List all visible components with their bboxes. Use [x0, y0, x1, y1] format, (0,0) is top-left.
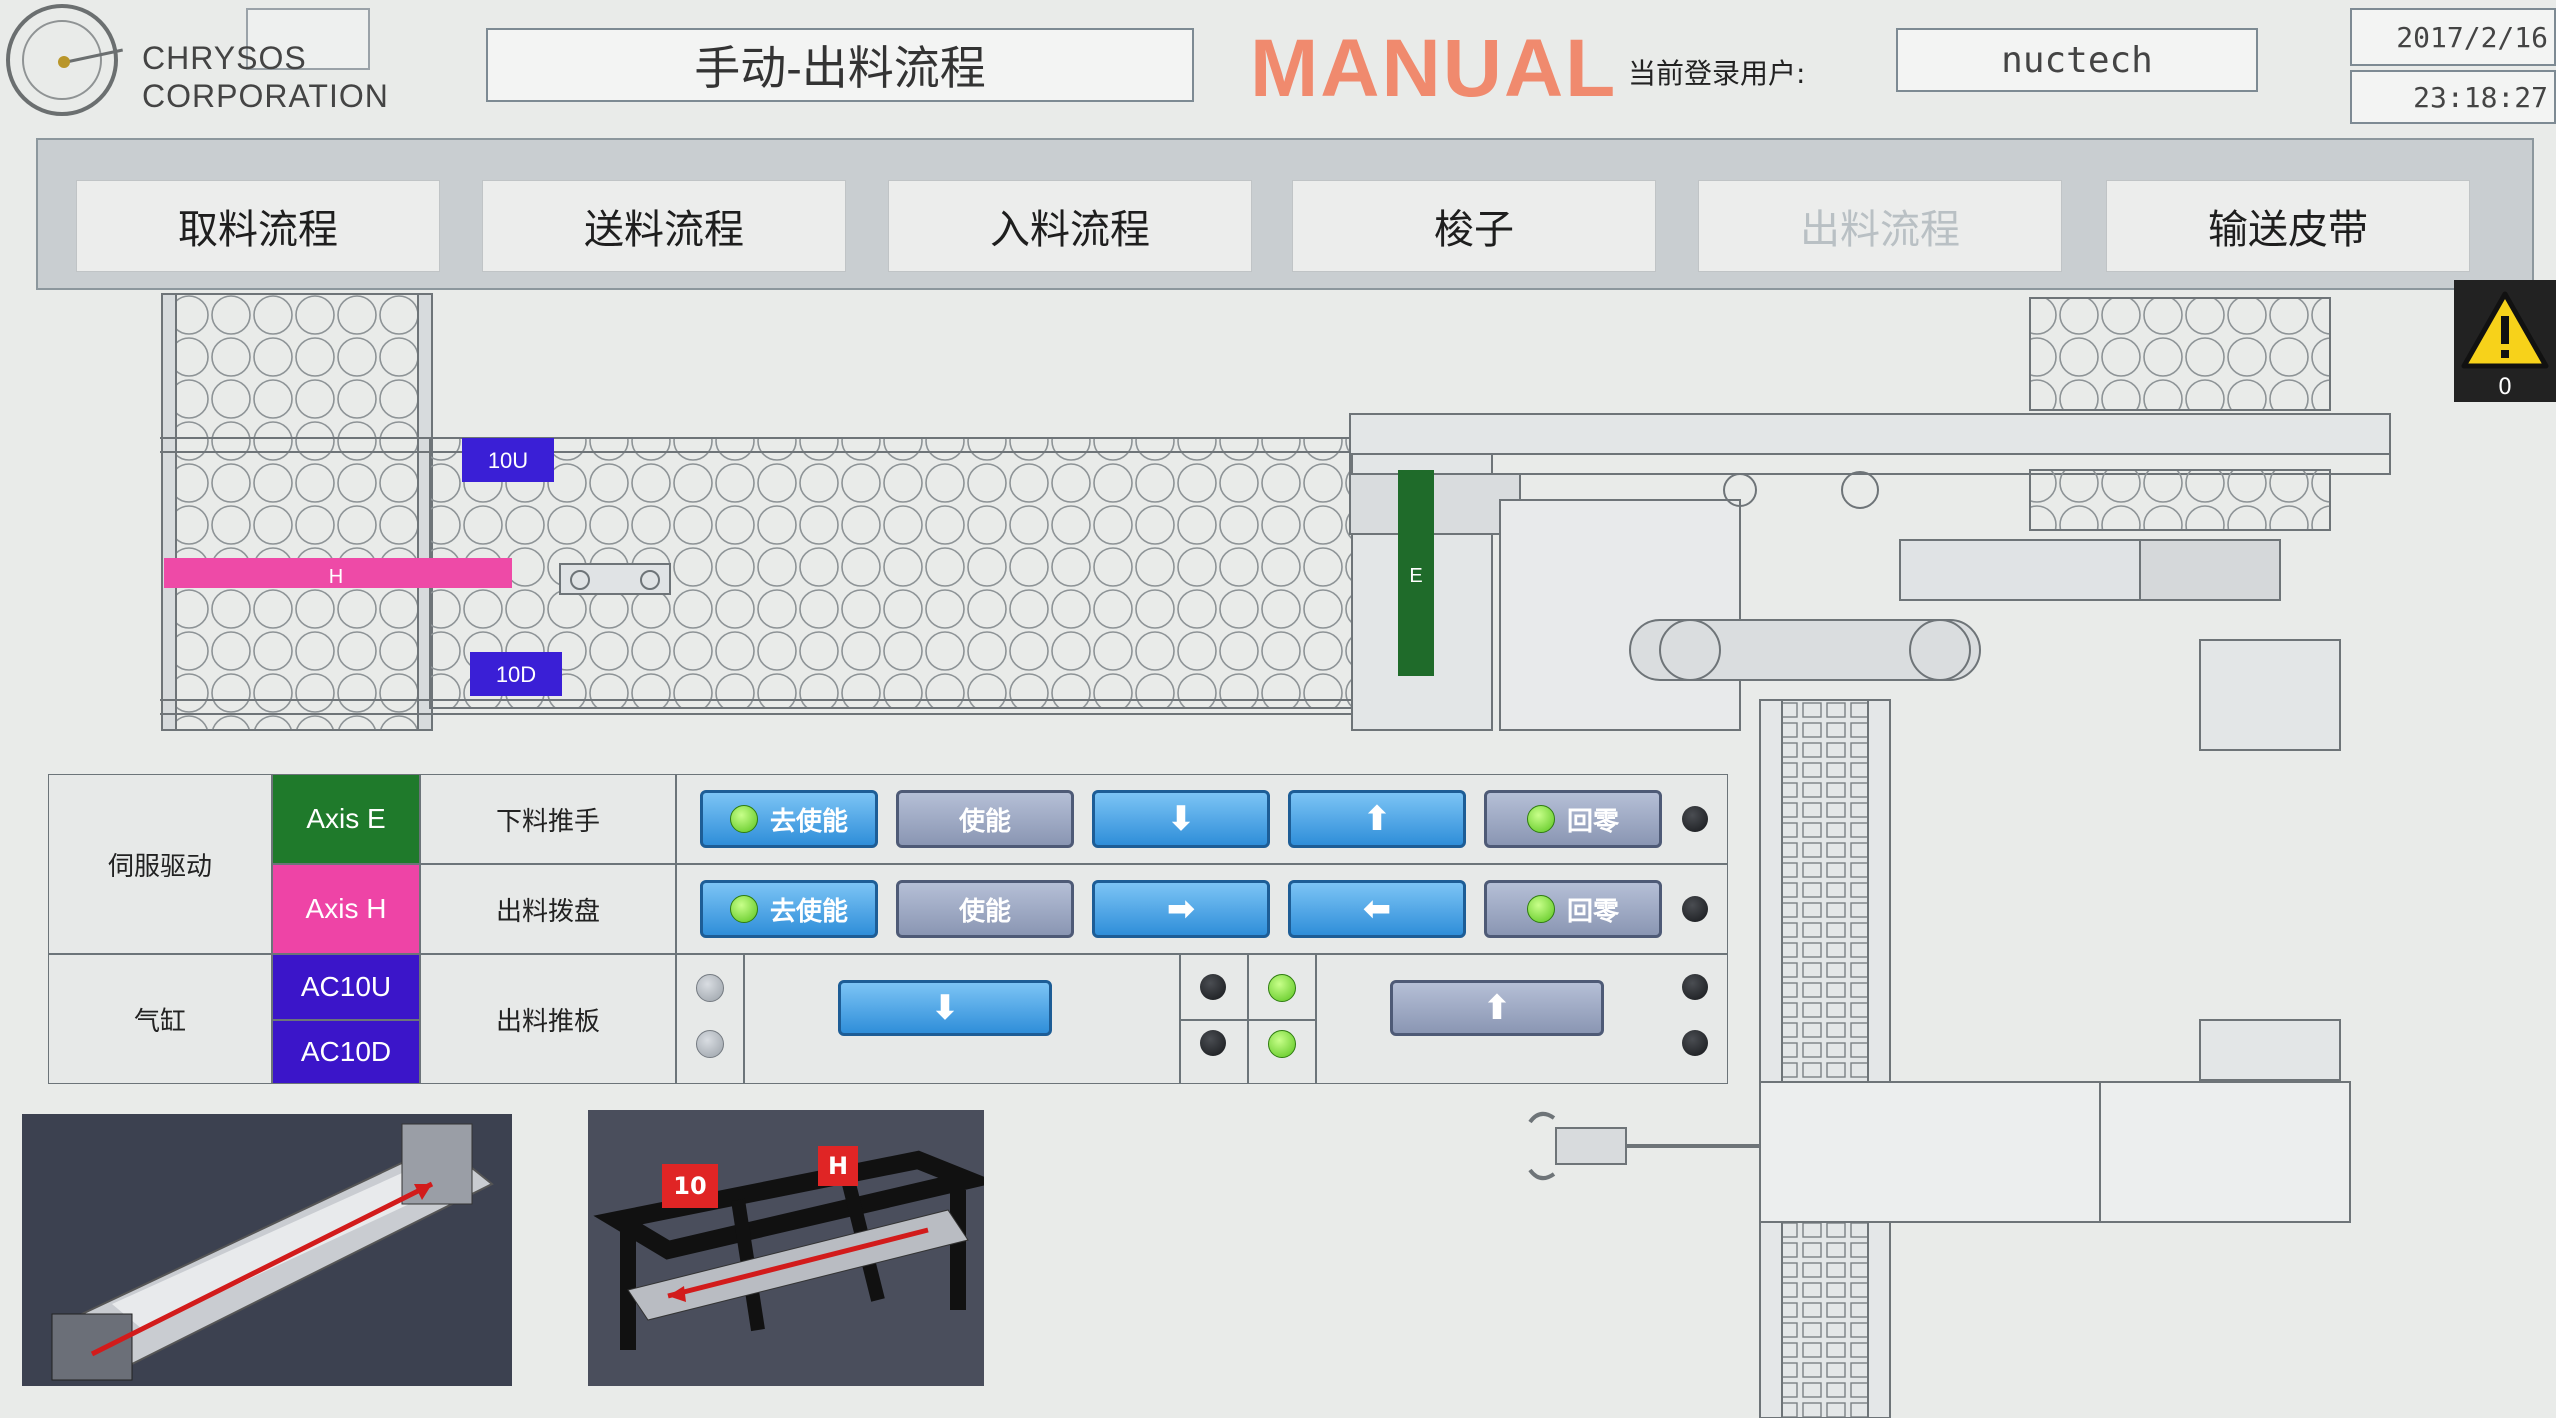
axis-e-render: [22, 1114, 512, 1386]
cyl-10d-label: 10D: [496, 662, 536, 687]
axis-h-right-button[interactable]: ➡: [1092, 880, 1270, 938]
control-panel: 伺服驱动 气缸 Axis E Axis H AC10U AC10D 下料推手 出…: [48, 774, 1728, 1084]
axis-h-home-label: 回零: [1566, 896, 1619, 927]
axis-e-enable-label: 使能: [958, 806, 1011, 837]
tab-output-process[interactable]: 出料流程: [1698, 180, 2062, 272]
axis-h-disable-led: [729, 895, 758, 923]
axis-h-disable-button[interactable]: 去使能: [700, 880, 878, 938]
arrow-down-icon: ⬇: [930, 988, 960, 1028]
mode-indicator: MANUAL: [1250, 23, 1618, 114]
axis-e-disable-button[interactable]: 去使能: [700, 790, 878, 848]
arrow-up-icon: ⬆: [1482, 988, 1512, 1028]
axis-h-label: H: [329, 566, 343, 588]
axis-e-home-label: 回零: [1566, 806, 1619, 837]
tag-10: 10: [662, 1164, 718, 1208]
cylinder-down-button[interactable]: ⬇: [838, 980, 1052, 1036]
ac10u-name: AC10U: [272, 954, 420, 1020]
axis-e-disable-led: [729, 805, 758, 833]
alarm-count: 0: [2498, 375, 2512, 400]
axis-h-function: 出料拨盘: [420, 864, 676, 954]
cyl-10u-label: 10U: [488, 448, 528, 473]
axis-h-render: [588, 1110, 984, 1386]
alarm-button[interactable]: 0: [2454, 280, 2556, 402]
arrow-left-icon: ⬅: [1362, 889, 1392, 929]
brand-line-2: CORPORATION: [142, 78, 389, 114]
axis-h-enable-label: 使能: [958, 896, 1011, 927]
axis-h-left-button[interactable]: ⬅: [1288, 880, 1466, 938]
axis-h-home-led: [1526, 895, 1555, 923]
axis-h-enable-button[interactable]: 使能: [896, 880, 1074, 938]
ac10u-status-led: [696, 974, 724, 1002]
ac10d-status-led: [696, 1030, 724, 1058]
axis-e-label: E: [1409, 565, 1422, 587]
tab-feed-process[interactable]: 送料流程: [482, 180, 846, 272]
tag-h: H: [818, 1146, 858, 1186]
tab-shuttle[interactable]: 梭子: [1292, 180, 1656, 272]
axis-h-disable-label: 去使能: [769, 896, 848, 927]
tab-pick-process[interactable]: 取料流程: [76, 180, 440, 272]
cyl-up-status-led: [1682, 974, 1708, 1000]
company-logo: CHRYSOS CORPORATION: [6, 4, 406, 122]
cyl-down-status-led: [1682, 1030, 1708, 1056]
axis-h-status-led: [1682, 896, 1708, 922]
axis-e-home-button[interactable]: 回零: [1484, 790, 1662, 848]
cylinder-group-label: 气缸: [48, 954, 272, 1084]
logo-dot: [58, 56, 70, 68]
axis-e-enable-button[interactable]: 使能: [896, 790, 1074, 848]
tab-input-process[interactable]: 入料流程: [888, 180, 1252, 272]
date-display: 2017/2/16: [2350, 8, 2556, 66]
warning-icon: [2461, 291, 2549, 369]
brand-line-1: CHRYSOS: [142, 40, 307, 76]
axis-e-preview-image: [22, 1114, 512, 1386]
cylinder-function: 出料推板: [420, 954, 676, 1084]
arrow-up-icon: ⬆: [1362, 799, 1392, 839]
axis-h-preview-image: 10 H: [588, 1110, 984, 1386]
page-title: 手动-出料流程: [486, 28, 1194, 102]
user-label: 当前登录用户:: [1628, 57, 1806, 90]
axis-e-name: Axis E: [272, 774, 420, 864]
axis-e-disable-label: 去使能: [769, 806, 848, 837]
cylinder-up-button[interactable]: ⬆: [1390, 980, 1604, 1036]
axis-e-up-button[interactable]: ⬆: [1288, 790, 1466, 848]
arrow-right-icon: ➡: [1166, 889, 1196, 929]
axis-e-function: 下料推手: [420, 774, 676, 864]
axis-e-down-button[interactable]: ⬇: [1092, 790, 1270, 848]
arrow-down-icon: ⬇: [1166, 799, 1196, 839]
axis-e-home-led: [1526, 805, 1555, 833]
cyl-down-led-1: [1200, 1030, 1226, 1056]
ac10d-name: AC10D: [272, 1020, 420, 1084]
tab-conveyor-belt[interactable]: 输送皮带: [2106, 180, 2470, 272]
current-user: nuctech: [1896, 28, 2258, 92]
servo-group-label: 伺服驱动: [48, 774, 272, 954]
axis-h-home-button[interactable]: 回零: [1484, 880, 1662, 938]
time-display: 23:18:27: [2350, 70, 2556, 124]
axis-h-name: Axis H: [272, 864, 420, 954]
cyl-up-led-1: [1200, 974, 1226, 1000]
cyl-down-led-2: [1268, 1030, 1296, 1058]
tab-bar: 取料流程 送料流程 入料流程 梭子 出料流程 输送皮带: [36, 138, 2534, 290]
axis-e-status-led: [1682, 806, 1708, 832]
cyl-up-led-2: [1268, 974, 1296, 1002]
